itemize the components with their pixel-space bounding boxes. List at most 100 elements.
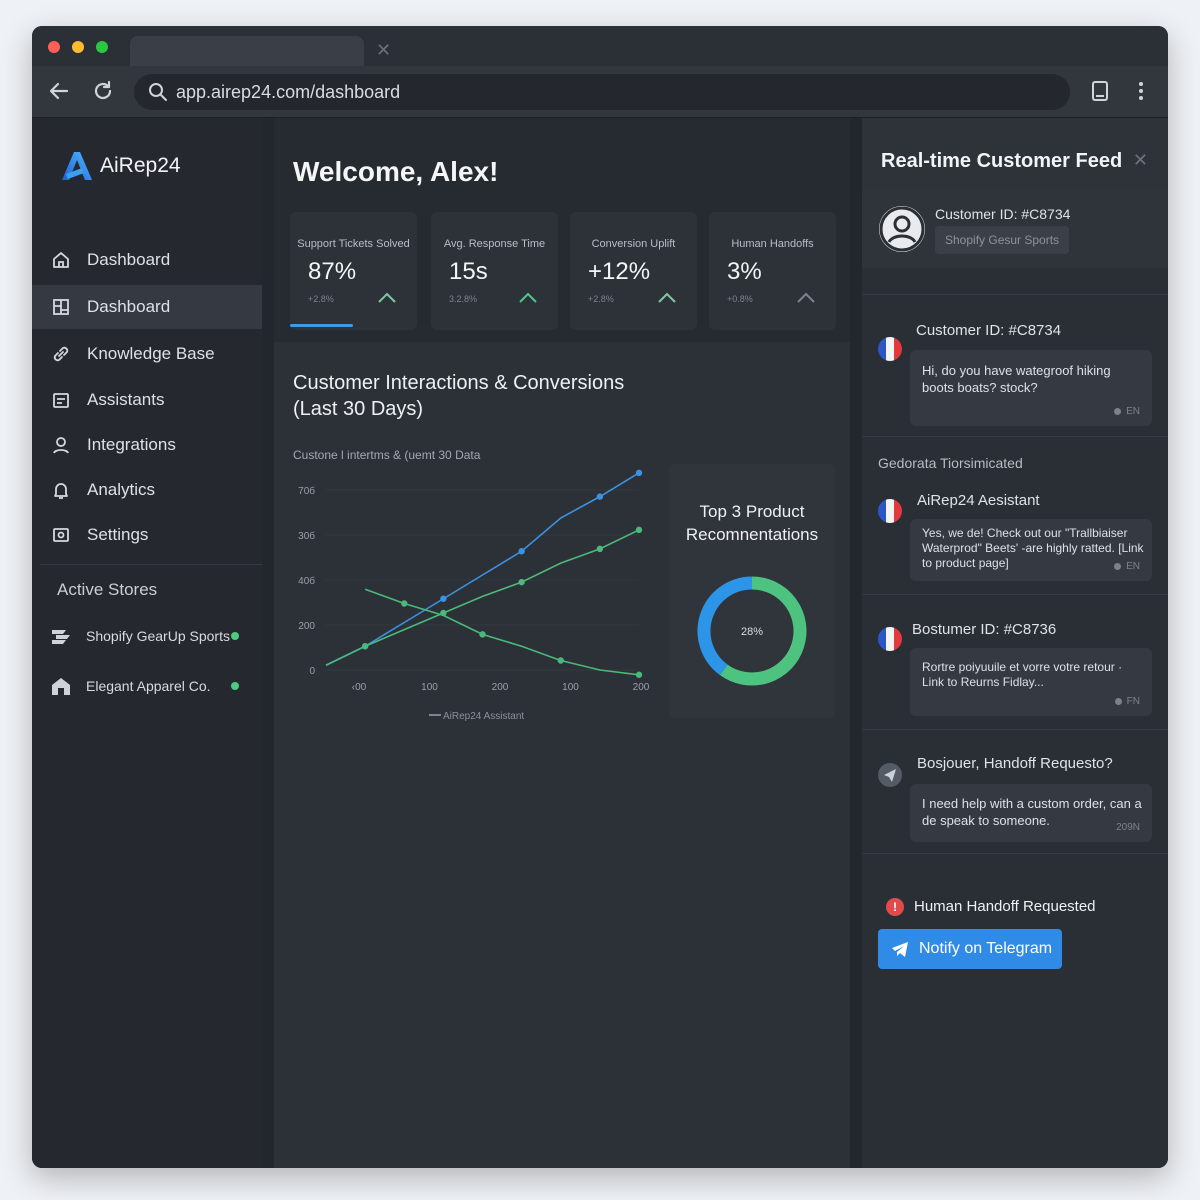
kpi-card-tickets[interactable]: Support Tickets Solved 87% +2.8% <box>290 212 417 330</box>
browser-tab[interactable] <box>130 36 364 66</box>
sidebar-item-label: Knowledge Base <box>87 344 215 363</box>
link-icon <box>50 343 72 365</box>
y-tick-label: 70б <box>298 485 315 497</box>
browser-window: ✕ app.airep24.com/dashboard AiRep24 Dash… <box>32 26 1168 1168</box>
y-tick-label: 40б <box>298 575 315 587</box>
message-bubble[interactable]: Hi, do you have wategroof hiking boots b… <box>910 350 1152 426</box>
message-bubble[interactable]: I need help with a custom order, can a d… <box>910 784 1152 842</box>
trend-up-icon <box>519 292 537 303</box>
main-content: Welcome, Alex! Support Tickets Solved 87… <box>274 118 850 1168</box>
x-tick-label: 100 <box>421 682 438 693</box>
alert-icon: ! <box>886 898 904 916</box>
x-tick-label: 100 <box>562 682 579 693</box>
kpi-delta: +0.8% <box>727 294 753 304</box>
back-icon[interactable] <box>46 78 72 104</box>
chart-title: Customer Interactions & Conversions (Las… <box>293 372 625 420</box>
store-chip: Shopify Gesur Sports <box>935 226 1070 254</box>
sidebar-item-dashboard-active[interactable]: Dashboard <box>32 285 262 329</box>
kpi-card-conversion[interactable]: Conversion Uplift +12% +2.8% <box>570 212 697 330</box>
legend-label: AiRep24 Assistant <box>443 711 524 722</box>
data-point <box>635 671 643 678</box>
data-point <box>479 631 486 638</box>
address-bar: app.airep24.com/dashboard <box>32 66 1168 118</box>
sidebar-item-knowledge-base[interactable]: Knowledge Base <box>32 332 262 376</box>
sidebar-item-analytics[interactable]: Analytics <box>32 468 262 512</box>
send-icon <box>878 763 902 787</box>
sidebar-item-label: Dashboard <box>87 250 171 269</box>
brand[interactable]: AiRep24 <box>58 148 181 184</box>
feed-title: Real-time Customer Feed <box>881 150 1123 172</box>
message-sender: Bostumer ID: #C8736 <box>912 621 1057 638</box>
sidebar-item-dashboard[interactable]: Dashboard <box>32 238 262 282</box>
customer-id: Customer ID: #C8734 <box>935 206 1071 222</box>
message-text: Hi, do you have wategroof hiking boots b… <box>922 363 1111 395</box>
storefront-icon <box>50 675 72 697</box>
maximize-window-button[interactable] <box>96 41 108 53</box>
sidebar-item-label: Dashboard <box>87 297 171 316</box>
data-point <box>401 600 408 607</box>
kpi-delta: 3.2.8% <box>449 294 478 304</box>
x-tick-label: 200 <box>633 682 650 693</box>
sidebar-item-assistants[interactable]: Assistants <box>32 378 262 422</box>
telegram-icon <box>892 942 908 957</box>
close-tab-icon[interactable]: ✕ <box>376 40 391 61</box>
language-tag: FN <box>1114 696 1140 707</box>
kpi-label: Support Tickets Solved <box>297 238 410 250</box>
store-item-elegant-apparel[interactable]: Elegant Apparel Co. <box>50 671 250 701</box>
handoff-label: Human Handoff Requested <box>914 898 1096 915</box>
language-tag: EN <box>1114 561 1140 572</box>
url-field[interactable]: app.airep24.com/dashboard <box>134 74 1070 110</box>
feed-note: Gedorata Tiorsimicated <box>878 455 1023 471</box>
data-point <box>635 526 643 534</box>
url-text: app.airep24.com/dashboard <box>176 82 401 102</box>
y-tick-label: 30б <box>298 530 315 542</box>
kpi-card-response-time[interactable]: Avg. Response Time 15s 3.2.8% <box>431 212 558 330</box>
message-bubble[interactable]: Yes, we de! Check out our "Trallbiaiser … <box>910 519 1152 581</box>
recommendations-title: Top 3 Product Recomnentations <box>685 502 819 544</box>
kpi-label: Conversion Uplift <box>591 238 676 250</box>
page-title: Welcome, Alex! <box>293 156 499 187</box>
store-status-dot <box>231 682 239 690</box>
feed-divider <box>862 853 1168 854</box>
trend-up-icon <box>658 292 676 303</box>
shopify-store-icon <box>50 625 72 647</box>
data-point <box>361 643 369 650</box>
sidebar-item-label: Settings <box>87 525 149 544</box>
settings-icon <box>50 524 72 546</box>
search-icon <box>149 83 167 101</box>
data-point <box>518 548 525 555</box>
sidebar: AiRep24 Dashboard Dashboard Knowledge Ba… <box>32 118 262 1168</box>
x-tick-label: ‹00 <box>352 682 367 693</box>
bookmark-icon[interactable] <box>1087 78 1113 104</box>
close-window-button[interactable] <box>48 41 60 53</box>
kpi-value: +12% <box>588 258 651 285</box>
bell-icon <box>50 479 72 501</box>
data-point <box>557 657 564 664</box>
store-item-shopify-gearup[interactable]: Shopify GearUp Sports <box>50 621 250 651</box>
sidebar-item-integrations[interactable]: Integrations <box>32 423 262 467</box>
top-products-card[interactable]: Top 3 Product Recomnentations 28% <box>669 464 835 718</box>
notify-telegram-button[interactable]: Notify on Telegram <box>878 929 1062 969</box>
reload-icon[interactable] <box>90 78 116 104</box>
customer-card[interactable]: Customer ID: #C8734 Shopify Gesur Sports <box>862 190 1168 268</box>
message-bubble[interactable]: Rortre poiyuuile et vorre votre retour ·… <box>910 648 1152 716</box>
more-menu-icon[interactable] <box>1128 78 1154 104</box>
sidebar-item-settings[interactable]: Settings <box>32 513 262 557</box>
message-sender: AiRep24 Aesistant <box>917 492 1040 509</box>
feed-divider <box>862 594 1168 595</box>
kpi-value: 3% <box>727 258 762 285</box>
message-sender: Bosjouer, Handoff Requesto? <box>917 755 1113 772</box>
feed-header: Real-time Customer Feed ✕ <box>862 118 1168 190</box>
message-text: Rortre poiyuuile et vorre votre retour ·… <box>922 660 1123 689</box>
feed-divider <box>862 294 1168 295</box>
kpi-delta: +2.8% <box>308 294 334 304</box>
france-flag-icon <box>878 337 902 361</box>
minimize-window-button[interactable] <box>72 41 84 53</box>
kpi-card-handoffs[interactable]: Human Handoffs 3% +0.8% <box>709 212 836 330</box>
kpi-progress-bar <box>290 324 353 327</box>
user-icon <box>50 434 72 456</box>
sidebar-item-label: Analytics <box>87 480 156 499</box>
message-time: 209N <box>1116 822 1140 833</box>
close-icon[interactable]: ✕ <box>1133 150 1148 171</box>
telegram-button-label: Notify on Telegram <box>919 940 1053 957</box>
